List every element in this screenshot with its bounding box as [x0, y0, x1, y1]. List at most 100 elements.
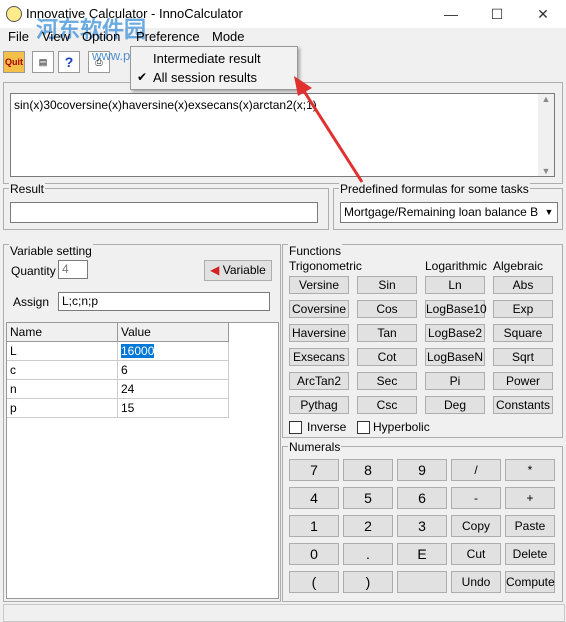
result-label: Result — [9, 182, 46, 196]
function-button[interactable]: Sec — [357, 372, 417, 390]
scroll-down-icon[interactable]: ▼ — [538, 166, 554, 176]
menu-bar: File View Option Preference Mode — [0, 28, 566, 46]
function-button[interactable]: Haversine — [289, 324, 349, 342]
numeral-button[interactable]: / — [451, 459, 501, 481]
function-button[interactable]: LogBaseN — [425, 348, 485, 366]
numeral-button[interactable]: 8 — [343, 459, 393, 481]
numeral-button[interactable]: + — [505, 487, 555, 509]
numeral-button[interactable]: Copy — [451, 515, 501, 537]
function-button[interactable]: Pythag — [289, 396, 349, 414]
table-row-name[interactable]: p — [7, 399, 118, 418]
numeral-button[interactable]: 9 — [397, 459, 447, 481]
numeral-button[interactable]: 1 — [289, 515, 339, 537]
function-button[interactable]: Coversine — [289, 300, 349, 318]
numeral-button[interactable]: - — [451, 487, 501, 509]
numeral-button[interactable] — [397, 571, 447, 593]
table-row-name[interactable]: n — [7, 380, 118, 399]
numeral-button[interactable]: ( — [289, 571, 339, 593]
numeral-button[interactable]: 0 — [289, 543, 339, 565]
logarithmic-label: Logarithmic — [425, 259, 488, 273]
status-bar — [3, 604, 565, 622]
variable-button[interactable]: ◀ Variable — [204, 260, 272, 281]
menu-item-intermediate-result[interactable]: Intermediate result — [131, 49, 297, 68]
table-row-value[interactable]: 16000 — [118, 342, 229, 361]
function-button[interactable]: Square — [493, 324, 553, 342]
numeral-button[interactable]: Delete — [505, 543, 555, 565]
close-button[interactable]: ✕ — [520, 0, 566, 28]
numeral-button[interactable]: ) — [343, 571, 393, 593]
function-button[interactable]: Exsecans — [289, 348, 349, 366]
scroll-up-icon[interactable]: ▲ — [538, 94, 554, 104]
menu-mode[interactable]: Mode — [212, 28, 245, 46]
chevron-down-icon[interactable]: ▼ — [541, 203, 557, 222]
trigonometric-label: Trigonometric — [289, 259, 362, 273]
function-button[interactable]: Pi — [425, 372, 485, 390]
editor-scrollbar[interactable]: ▲ ▼ — [538, 94, 554, 176]
function-button[interactable]: Sin — [357, 276, 417, 294]
quantity-field[interactable]: 4 — [58, 260, 88, 279]
function-button[interactable]: Abs — [493, 276, 553, 294]
inverse-label: Inverse — [307, 420, 347, 434]
numeral-button[interactable]: Undo — [451, 571, 501, 593]
function-button[interactable]: Tan — [357, 324, 417, 342]
table-row-value[interactable]: 6 — [118, 361, 229, 380]
numeral-button[interactable]: Compute — [505, 571, 555, 593]
table-header-name[interactable]: Name — [7, 323, 118, 342]
numeral-button[interactable]: 7 — [289, 459, 339, 481]
numeral-button[interactable]: 5 — [343, 487, 393, 509]
menu-item-label: Intermediate result — [153, 51, 261, 66]
maximize-button[interactable]: ☐ — [474, 0, 520, 28]
table-row-name[interactable]: L — [7, 342, 118, 361]
result-field[interactable] — [10, 202, 318, 223]
function-button[interactable]: Csc — [357, 396, 417, 414]
table-row-value[interactable]: 15 — [118, 399, 229, 418]
table-row-name[interactable]: c — [7, 361, 118, 380]
numeral-button[interactable]: 4 — [289, 487, 339, 509]
function-button[interactable]: Deg — [425, 396, 485, 414]
numeral-button[interactable]: 3 — [397, 515, 447, 537]
function-button[interactable]: LogBase10 — [425, 300, 487, 318]
assign-label: Assign — [13, 295, 50, 309]
predefined-select[interactable]: Mortgage/Remaining loan balance B ▼ — [340, 202, 558, 223]
numeral-button[interactable]: 2 — [343, 515, 393, 537]
preference-dropdown: Intermediate result ✔ All session result… — [130, 46, 298, 90]
numeral-button[interactable]: Cut — [451, 543, 501, 565]
hyperbolic-label: Hyperbolic — [373, 420, 430, 434]
function-button[interactable]: LogBase2 — [425, 324, 485, 342]
menu-item-all-session-results[interactable]: ✔ All session results — [131, 68, 297, 87]
function-button[interactable]: Sqrt — [493, 348, 553, 366]
help-button[interactable]: ? — [58, 51, 80, 73]
function-button[interactable]: Ln — [425, 276, 485, 294]
menu-option[interactable]: Option — [82, 28, 120, 46]
menu-file[interactable]: File — [8, 28, 29, 46]
numeral-button[interactable]: Paste — [505, 515, 555, 537]
quit-button[interactable]: Quit — [3, 51, 25, 73]
function-button[interactable]: Exp — [493, 300, 553, 318]
function-button[interactable]: Constants — [493, 396, 553, 414]
table-row-value[interactable]: 24 — [118, 380, 229, 399]
assign-field[interactable]: L;c;n;p — [58, 292, 270, 311]
function-button[interactable]: Cos — [357, 300, 417, 318]
variable-setting-label: Variable setting — [9, 244, 93, 258]
menu-preference[interactable]: Preference — [136, 28, 200, 46]
function-button[interactable]: Power — [493, 372, 553, 390]
numeral-button[interactable]: . — [343, 543, 393, 565]
table-header-value[interactable]: Value — [118, 323, 229, 342]
algebraic-label: Algebraic — [493, 259, 544, 273]
checkmark-icon: ✔ — [137, 70, 148, 84]
menu-view[interactable]: View — [42, 28, 70, 46]
minimize-button[interactable]: — — [428, 0, 474, 28]
numeral-button[interactable]: 6 — [397, 487, 447, 509]
document-icon[interactable]: ▤ — [32, 51, 54, 73]
numeral-button[interactable]: E — [397, 543, 447, 565]
function-button[interactable]: Cot — [357, 348, 417, 366]
app-icon — [6, 6, 22, 22]
quantity-label: Quantity — [11, 264, 56, 278]
function-button[interactable]: ArcTan2 — [289, 372, 349, 390]
numeral-button[interactable]: * — [505, 459, 555, 481]
function-button[interactable]: Versine — [289, 276, 349, 294]
functions-label: Functions — [288, 244, 343, 258]
formula-text: sin(x)30coversine(x)haversine(x)exsecans… — [14, 98, 317, 112]
hyperbolic-checkbox[interactable] — [357, 421, 370, 434]
inverse-checkbox[interactable] — [289, 421, 302, 434]
